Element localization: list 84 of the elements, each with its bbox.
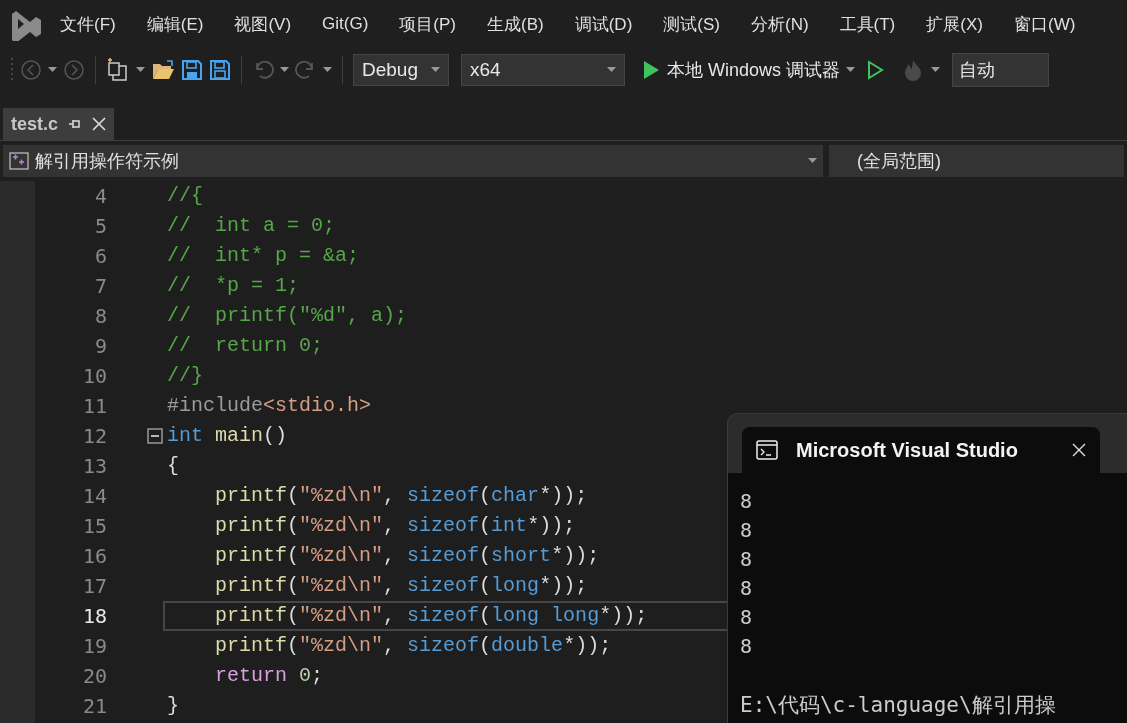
line-number: 20 — [81, 664, 107, 688]
line-number: 5 — [93, 214, 107, 238]
console-output-line: 8 — [740, 604, 754, 631]
close-icon[interactable] — [92, 117, 107, 131]
caret-icon[interactable] — [931, 67, 941, 73]
line-number: 14 — [81, 484, 107, 508]
menu-item[interactable]: 编辑(E) — [130, 12, 219, 36]
console-output-line: 8 — [740, 575, 754, 602]
code-line: // int* p = &a; — [167, 243, 360, 269]
code-line: // return 0; — [167, 333, 324, 359]
menu-item[interactable]: 扩展(X) — [910, 12, 998, 36]
code-line: printf("%zd\n", sizeof(short*)); — [214, 543, 600, 569]
line-number: 7 — [93, 274, 107, 298]
menu-item[interactable]: 生成(B) — [471, 12, 559, 36]
play-outline-icon[interactable] — [865, 59, 886, 81]
code-line: printf("%zd\n", sizeof(long*)); — [214, 573, 588, 599]
caret-icon[interactable] — [280, 67, 289, 73]
member-dropdown[interactable]: (全局范围) — [829, 145, 1124, 177]
caret-icon[interactable] — [808, 158, 817, 164]
console-tab[interactable]: Microsoft Visual Studio — [742, 427, 1100, 473]
code-line: printf("%zd\n", sizeof(char*)); — [214, 483, 588, 509]
line-number: 16 — [81, 544, 107, 568]
code-line: printf("%zd\n", sizeof(long long*)); — [214, 603, 648, 629]
code-line: //} — [167, 363, 203, 389]
configuration-dropdown[interactable]: Debug — [353, 54, 449, 86]
menu-item[interactable]: 测试(S) — [647, 12, 735, 36]
platform-dropdown[interactable]: x64 — [461, 54, 625, 86]
code-line: // printf("%d", a); — [167, 303, 408, 329]
line-number: 11 — [81, 394, 107, 418]
open-folder-icon[interactable] — [151, 59, 175, 81]
caret-icon[interactable] — [48, 67, 57, 73]
code-line: //{ — [167, 183, 203, 209]
menu-item[interactable]: 窗口(W) — [997, 12, 1091, 36]
line-number: 12 — [81, 424, 107, 448]
menu-item[interactable]: Git(G) — [306, 14, 384, 34]
console-output-line: 8 — [740, 517, 754, 544]
line-number: 8 — [93, 304, 107, 328]
save-icon[interactable] — [181, 59, 203, 81]
scope-dropdown[interactable]: 解引用操作符示例 — [3, 145, 823, 177]
line-number: 19 — [81, 634, 107, 658]
caret-icon[interactable] — [607, 67, 616, 73]
line-number: 10 — [81, 364, 107, 388]
caret-icon[interactable] — [846, 67, 856, 73]
pin-icon[interactable] — [68, 118, 83, 130]
code-line: printf("%zd\n", sizeof(double*)); — [214, 633, 612, 659]
line-number: 9 — [93, 334, 107, 358]
code-line: // int a = 0; — [167, 213, 336, 239]
code-line: } — [167, 693, 179, 719]
line-number: 13 — [81, 454, 107, 478]
collapse-icon[interactable] — [147, 428, 163, 444]
menu-item[interactable]: 工具(T) — [823, 12, 911, 36]
console-output-line: 8 — [740, 488, 754, 515]
class-icon — [9, 152, 29, 170]
line-number: 21 — [81, 694, 107, 718]
line-number: 17 — [81, 574, 107, 598]
code-line: #include<stdio.h> — [167, 393, 372, 419]
code-line: int main() — [167, 423, 288, 449]
code-line: { — [167, 453, 179, 479]
start-debugging-button[interactable]: 本地 Windows 调试器 — [667, 58, 841, 82]
menu-item[interactable]: 项目(P) — [383, 12, 471, 36]
console-path-line: E:\代码\c-language\解引用操 — [740, 692, 1057, 719]
code-line: // *p = 1; — [167, 273, 300, 299]
caret-icon[interactable] — [136, 67, 145, 73]
console-output-line: 8 — [740, 633, 754, 660]
menu-item[interactable]: 文件(F) — [44, 12, 131, 36]
line-number: 15 — [81, 514, 107, 538]
line-number: 6 — [93, 244, 107, 268]
new-project-icon[interactable] — [106, 58, 130, 82]
caret-icon[interactable] — [323, 67, 332, 73]
menu-item[interactable]: 视图(V) — [218, 12, 307, 36]
zoom-field[interactable]: 自动 — [952, 53, 1050, 87]
console-icon — [756, 440, 778, 460]
line-number: 18 — [81, 604, 107, 628]
close-icon[interactable] — [1072, 443, 1086, 457]
save-all-icon[interactable] — [209, 59, 231, 81]
line-number: 4 — [93, 184, 107, 208]
play-icon[interactable] — [641, 59, 661, 81]
code-line: return 0; — [214, 663, 324, 689]
menu-item[interactable]: 调试(D) — [558, 12, 648, 36]
caret-icon[interactable] — [431, 67, 440, 73]
menu-item[interactable]: 分析(N) — [734, 12, 824, 36]
code-line: printf("%zd\n", sizeof(int*)); — [214, 513, 576, 539]
file-tab[interactable]: test.c — [3, 108, 115, 140]
console-output-line: 8 — [740, 546, 754, 573]
